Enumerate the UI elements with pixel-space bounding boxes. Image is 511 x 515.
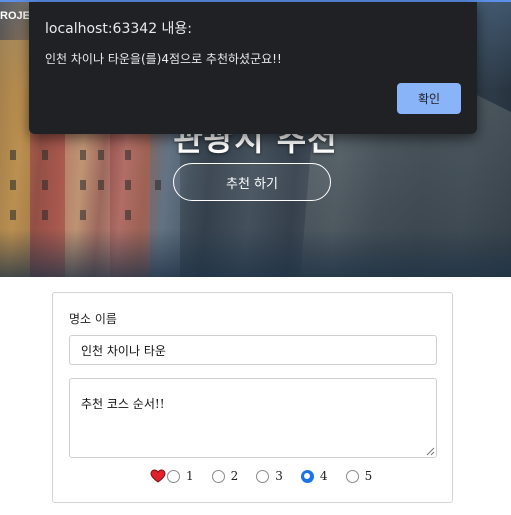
resize-grip-icon[interactable]: [426, 447, 435, 456]
rating-radio-4[interactable]: [300, 469, 314, 483]
rating-label-3: 3: [275, 469, 283, 483]
rating-group: 1 2 3 4 5: [150, 468, 372, 484]
rating-label-1: 1: [186, 469, 194, 483]
hero-window: [42, 210, 48, 220]
hero-window: [125, 180, 131, 190]
alert-dialog: localhost:63342 내용: 인천 차이나 타운을(를)4점으로 추천…: [29, 2, 477, 134]
site-brand: ROJE: [0, 10, 30, 22]
hero-window: [10, 180, 16, 190]
hero-window: [10, 210, 16, 220]
dialog-title: localhost:63342 내용:: [45, 21, 193, 37]
hero-window: [125, 210, 131, 220]
rating-radio-5[interactable]: [345, 469, 359, 483]
rating-radio-3[interactable]: [256, 469, 270, 483]
hero-window: [42, 180, 48, 190]
hero-window: [155, 180, 161, 190]
hero-window: [98, 180, 104, 190]
hero-window: [80, 180, 86, 190]
rating-label-2: 2: [230, 469, 239, 483]
hero-water: [0, 229, 511, 277]
place-name-label: 명소 이름: [69, 312, 117, 326]
rating-label-5: 5: [364, 469, 373, 483]
recommend-button[interactable]: 추천 하기: [173, 163, 331, 201]
dialog-ok-button[interactable]: 확인: [397, 83, 461, 114]
rating-label-4: 4: [319, 469, 328, 483]
rating-radio-1[interactable]: [167, 469, 180, 483]
rating-radio-2[interactable]: [211, 469, 225, 483]
place-name-input[interactable]: [69, 335, 437, 365]
hero-window: [80, 210, 86, 220]
heart-icon: [150, 469, 166, 483]
course-textarea[interactable]: 추천 코스 순서!!: [69, 378, 437, 458]
dialog-message: 인천 차이나 타운을(를)4점으로 추천하셨군요!!: [45, 52, 282, 66]
